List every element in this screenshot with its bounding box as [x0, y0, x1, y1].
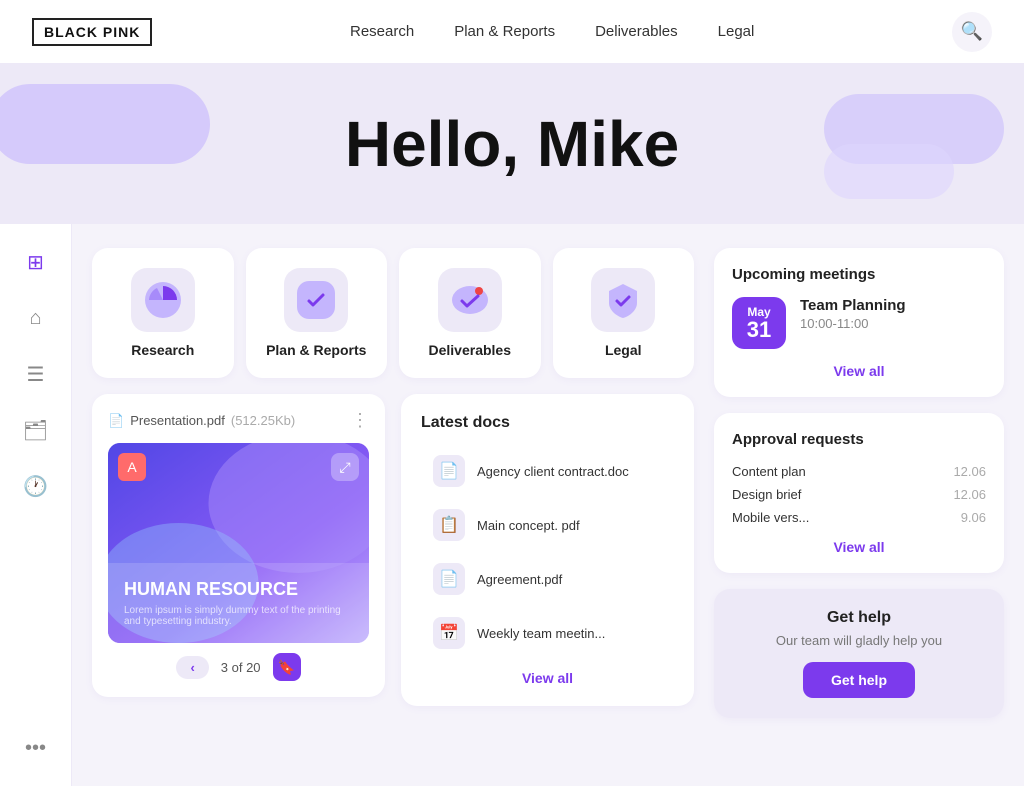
file-name-text: Presentation.pdf: [130, 413, 225, 428]
nav-deliverables[interactable]: Deliverables: [595, 23, 678, 40]
approval-item-1: Design brief 12.06: [732, 483, 986, 506]
file-preview-title: HUMAN RESOURCE: [124, 579, 353, 601]
category-deliverables-label: Deliverables: [429, 342, 512, 358]
doc-name-0: Agency client contract.doc: [477, 464, 629, 479]
meeting-name: Team Planning: [800, 297, 986, 314]
approvals-view-all-link[interactable]: View all: [732, 539, 986, 555]
meeting-time: 10:00-11:00: [800, 316, 986, 331]
approval-time-2: 9.06: [961, 510, 986, 525]
meeting-day: 31: [746, 319, 772, 341]
approval-card: Approval requests Content plan 12.06 Des…: [714, 413, 1004, 573]
category-research-label: Research: [131, 342, 194, 358]
brand-logo[interactable]: BLACK PINK: [32, 18, 152, 46]
search-button[interactable]: 🔍: [952, 12, 992, 52]
doc-icon-2: 📄: [433, 563, 465, 595]
category-research-icon: [131, 268, 195, 332]
sidebar-icon-dashboard[interactable]: ⊞: [18, 244, 54, 280]
category-cards: Research Plan & Reports Deliverables: [92, 248, 694, 378]
hero-banner: Hello, Mike: [0, 64, 1024, 224]
category-legal[interactable]: Legal: [553, 248, 695, 378]
meeting-item-0: May 31 Team Planning 10:00-11:00: [732, 297, 986, 349]
search-icon: 🔍: [961, 21, 983, 42]
approval-item-2: Mobile vers... 9.06: [732, 506, 986, 529]
category-legal-label: Legal: [605, 342, 642, 358]
doc-icon-3: 📅: [433, 617, 465, 649]
category-legal-icon: [591, 268, 655, 332]
hero-decoration-left: [0, 84, 210, 164]
help-title: Get help: [734, 609, 984, 627]
doc-item-1[interactable]: 📋 Main concept. pdf: [421, 500, 674, 550]
nav-research[interactable]: Research: [350, 23, 414, 40]
latest-docs-title: Latest docs: [421, 414, 674, 432]
category-deliverables[interactable]: Deliverables: [399, 248, 541, 378]
doc-item-0[interactable]: 📄 Agency client contract.doc: [421, 446, 674, 496]
file-preview-section: 📄 Presentation.pdf (512.25Kb) ⋮: [92, 394, 385, 706]
file-section: 📄 Presentation.pdf (512.25Kb) ⋮: [92, 394, 385, 697]
meetings-view-all-link[interactable]: View all: [732, 363, 986, 379]
latest-docs-section: Latest docs 📄 Agency client contract.doc…: [401, 394, 694, 706]
sidebar-icon-clock[interactable]: 🕐: [18, 468, 54, 504]
doc-icon-1: 📋: [433, 509, 465, 541]
sidebar-icon-home[interactable]: ⌂: [18, 300, 54, 336]
approval-time-1: 12.06: [953, 487, 986, 502]
approval-name-0: Content plan: [732, 464, 806, 479]
file-preview-content: HUMAN RESOURCE Lorem ipsum is simply dum…: [108, 563, 369, 643]
bottom-row: 📄 Presentation.pdf (512.25Kb) ⋮: [92, 394, 694, 706]
doc-name-3: Weekly team meetin...: [477, 626, 605, 641]
sidebar-icon-more[interactable]: •••: [18, 730, 54, 766]
doc-item-3[interactable]: 📅 Weekly team meetin...: [421, 608, 674, 658]
file-type-icon: A: [118, 453, 146, 481]
file-header: 📄 Presentation.pdf (512.25Kb) ⋮: [108, 410, 369, 431]
doc-name-1: Main concept. pdf: [477, 518, 580, 533]
approval-name-1: Design brief: [732, 487, 801, 502]
main-layout: ⊞ ⌂ ☰ 🗂 🕐 ••• Research Plan: [0, 224, 1024, 786]
right-column: Upcoming meetings May 31 Team Planning 1…: [714, 248, 1004, 762]
file-preview-subtitle: Lorem ipsum is simply dummy text of the …: [124, 605, 353, 627]
meetings-card: Upcoming meetings May 31 Team Planning 1…: [714, 248, 1004, 397]
top-navigation: BLACK PINK Research Plan & Reports Deliv…: [0, 0, 1024, 64]
left-column: Research Plan & Reports Deliverables: [92, 248, 694, 762]
category-plan-reports-icon: [284, 268, 348, 332]
bookmark-button[interactable]: 🔖: [273, 653, 301, 681]
meeting-info: Team Planning 10:00-11:00: [800, 297, 986, 331]
help-button[interactable]: Get help: [803, 662, 915, 698]
category-plan-reports[interactable]: Plan & Reports: [246, 248, 388, 378]
category-plan-reports-label: Plan & Reports: [266, 342, 366, 358]
file-expand-button[interactable]: ⤢: [331, 453, 359, 481]
doc-name-2: Agreement.pdf: [477, 572, 562, 587]
nav-legal[interactable]: Legal: [718, 23, 755, 40]
prev-page-button[interactable]: ‹: [176, 656, 208, 679]
approval-title: Approval requests: [732, 431, 986, 448]
nav-links: Research Plan & Reports Deliverables Leg…: [350, 23, 754, 40]
sidebar-icon-folder[interactable]: 🗂: [18, 412, 54, 448]
meetings-title: Upcoming meetings: [732, 266, 986, 283]
meeting-date: May 31: [732, 297, 786, 349]
latest-docs-card: Latest docs 📄 Agency client contract.doc…: [401, 394, 694, 706]
doc-item-2[interactable]: 📄 Agreement.pdf: [421, 554, 674, 604]
sidebar: ⊞ ⌂ ☰ 🗂 🕐 •••: [0, 224, 72, 786]
doc-icon-0: 📄: [433, 455, 465, 487]
approval-time-0: 12.06: [953, 464, 986, 479]
approval-name-2: Mobile vers...: [732, 510, 809, 525]
category-research[interactable]: Research: [92, 248, 234, 378]
page-counter: 3 of 20: [221, 660, 261, 675]
content-area: Research Plan & Reports Deliverables: [72, 224, 1024, 786]
help-subtitle: Our team will gladly help you: [734, 633, 984, 648]
file-size-text: (512.25Kb): [231, 413, 295, 428]
file-pagination: ‹ 3 of 20 🔖: [108, 653, 369, 681]
approval-item-0: Content plan 12.06: [732, 460, 986, 483]
nav-plan-reports[interactable]: Plan & Reports: [454, 23, 555, 40]
file-preview-image: A ⤢ HUMAN RESOURCE Lorem ipsum is simply…: [108, 443, 369, 643]
file-name-label: 📄 Presentation.pdf (512.25Kb): [108, 413, 295, 429]
docs-view-all-link[interactable]: View all: [421, 670, 674, 686]
hero-decoration-right2: [824, 144, 954, 199]
file-icon: 📄: [108, 413, 124, 429]
category-deliverables-icon: [438, 268, 502, 332]
file-options-button[interactable]: ⋮: [351, 410, 369, 431]
sidebar-icon-list[interactable]: ☰: [18, 356, 54, 392]
help-card: Get help Our team will gladly help you G…: [714, 589, 1004, 718]
hero-greeting: Hello, Mike: [345, 107, 679, 181]
